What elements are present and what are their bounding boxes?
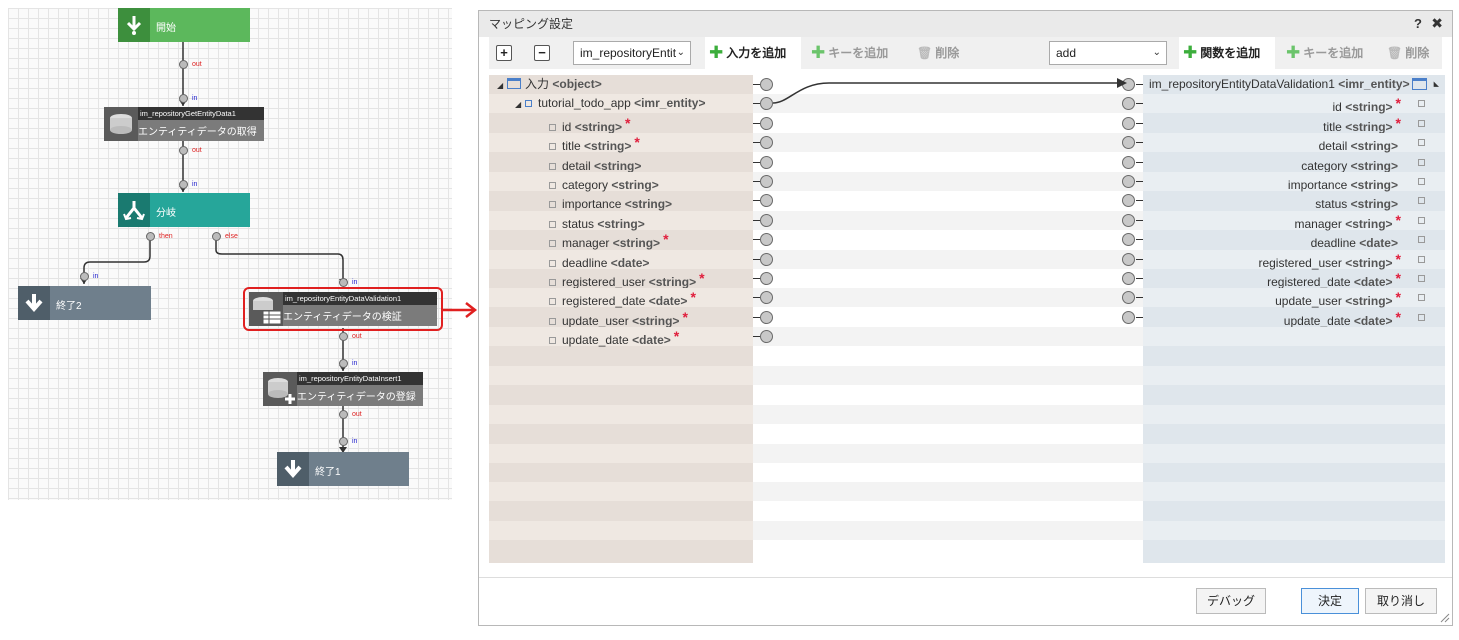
port-in-label: in xyxy=(93,273,99,280)
task-name: im_repositoryEntityDataInsert1 xyxy=(297,372,423,385)
chevron-down-icon: ⌄ xyxy=(676,47,685,58)
task-entity-data-validation[interactable]: im_repositoryEntityDataValidation1 エンティテ… xyxy=(249,292,437,326)
branch-icon xyxy=(118,193,150,227)
trash-icon: 🗑 xyxy=(1387,46,1403,60)
mapping-grid: ◢ 入力 <object> im_repositoryEntityDataValid… xyxy=(489,75,1445,563)
input-source-select[interactable]: im_repositoryEntit ⌄ xyxy=(573,41,691,65)
debug-button[interactable]: デバッグ xyxy=(1196,588,1266,614)
flow-connectors xyxy=(80,42,347,453)
port-else-label: else xyxy=(225,233,238,240)
task-entity-data-insert[interactable]: im_repositoryEntityDataInsert1 エンティティデータ… xyxy=(263,372,423,406)
start-label: 開始 xyxy=(156,23,176,34)
input-source-value: im_repositoryEntit xyxy=(580,46,677,60)
port-in[interactable] xyxy=(339,278,348,287)
port-in-label: in xyxy=(352,438,358,445)
add-key-right-label: キーを追加 xyxy=(1303,46,1364,60)
end1-node[interactable]: 終了1 xyxy=(277,452,409,486)
delete-left-label: 削除 xyxy=(935,46,960,60)
chevron-down-icon: ⌄ xyxy=(1152,47,1161,58)
port-in[interactable] xyxy=(179,94,188,103)
function-select[interactable]: add ⌄ xyxy=(1049,41,1167,65)
port-out[interactable] xyxy=(179,146,188,155)
task-label: エンティティデータの取得 xyxy=(138,127,257,138)
port-out-label: out xyxy=(192,61,202,68)
mapping-toolbar: + − im_repositoryEntit ⌄ ✚ 入力を追加 ✚ キーを追加 🗑… xyxy=(489,37,1442,69)
cancel-button[interactable]: 取り消し xyxy=(1365,588,1437,614)
branch-node[interactable]: 分岐 xyxy=(118,193,250,227)
dialog-footer: デバッグ 決定 取り消し xyxy=(479,577,1452,625)
task-get-entity-data[interactable]: im_repositoryGetEntityData1 エンティティデータの取得 xyxy=(104,107,264,141)
port-out-label: out xyxy=(352,333,362,340)
delete-right-label: 削除 xyxy=(1405,46,1430,60)
port-else[interactable] xyxy=(212,232,221,241)
end1-label: 終了1 xyxy=(315,467,341,478)
mapping-line xyxy=(772,82,1120,104)
task-label: エンティティデータの登録 xyxy=(297,392,416,403)
trash-icon: 🗑 xyxy=(917,46,933,60)
help-icon[interactable]: ? xyxy=(1414,16,1422,31)
add-input-button[interactable]: ✚ 入力を追加 xyxy=(705,37,801,69)
port-in-label: in xyxy=(192,95,198,102)
down-arrow-icon xyxy=(18,286,50,320)
plus-icon: ✚ xyxy=(1286,43,1301,62)
start-node[interactable]: 開始 xyxy=(118,8,250,42)
add-key-left-button[interactable]: ✚ キーを追加 xyxy=(807,37,899,69)
plus-icon: ✚ xyxy=(1183,43,1198,62)
port-in-label: in xyxy=(192,181,198,188)
port-in[interactable] xyxy=(339,437,348,446)
add-function-button[interactable]: ✚ 関数を追加 xyxy=(1179,37,1275,69)
add-input-label: 入力を追加 xyxy=(726,46,787,60)
port-in[interactable] xyxy=(80,272,89,281)
expand-all-button[interactable]: + xyxy=(496,45,512,61)
task-name: im_repositoryEntityDataValidation1 xyxy=(283,292,437,305)
end2-node[interactable]: 終了2 xyxy=(18,286,151,320)
port-out[interactable] xyxy=(339,332,348,341)
function-value: add xyxy=(1056,46,1077,60)
port-in[interactable] xyxy=(339,359,348,368)
close-icon[interactable]: ✖ xyxy=(1431,15,1443,32)
database-add-icon xyxy=(263,372,297,406)
port-then-label: then xyxy=(159,233,173,240)
port-out-label: out xyxy=(192,147,202,154)
flow-canvas[interactable]: 開始 out in im_repositoryGetEntityData1 エン… xyxy=(8,8,452,500)
down-arrow-icon xyxy=(277,452,309,486)
plus-icon: ✚ xyxy=(709,43,724,62)
branch-label: 分岐 xyxy=(156,208,176,219)
mapping-links xyxy=(772,78,1127,104)
port-out[interactable] xyxy=(339,410,348,419)
task-name: im_repositoryGetEntityData1 xyxy=(138,107,264,120)
pointer-arrow-icon xyxy=(442,302,478,318)
add-function-label: 関数を追加 xyxy=(1200,46,1261,60)
add-key-left-label: キーを追加 xyxy=(828,46,889,60)
port-in[interactable] xyxy=(179,180,188,189)
mapping-dialog: マッピング設定 ? ✖ + − im_repositoryEntit ⌄ ✚ 入力… xyxy=(478,10,1453,626)
port-in-label: in xyxy=(352,360,358,367)
task-label: エンティティデータの検証 xyxy=(283,312,402,323)
port-out-label: out xyxy=(352,411,362,418)
delete-left-button[interactable]: 🗑 削除 xyxy=(913,37,969,69)
port-in-label: in xyxy=(352,279,358,286)
end2-label: 終了2 xyxy=(56,301,82,312)
database-table-icon xyxy=(249,292,283,326)
mapping-arrowhead xyxy=(1117,78,1127,88)
port-then[interactable] xyxy=(146,232,155,241)
collapse-all-button[interactable]: − xyxy=(534,45,550,61)
plus-icon: ✚ xyxy=(811,43,826,62)
database-icon xyxy=(104,107,138,141)
add-key-right-button[interactable]: ✚ キーを追加 xyxy=(1282,37,1374,69)
port-out[interactable] xyxy=(179,60,188,69)
dialog-title: マッピング設定 xyxy=(479,11,1452,37)
delete-right-button[interactable]: 🗑 削除 xyxy=(1383,37,1439,69)
ok-button[interactable]: 決定 xyxy=(1301,588,1359,614)
resize-handle-icon[interactable] xyxy=(1440,613,1450,623)
down-arrow-icon xyxy=(118,8,150,42)
